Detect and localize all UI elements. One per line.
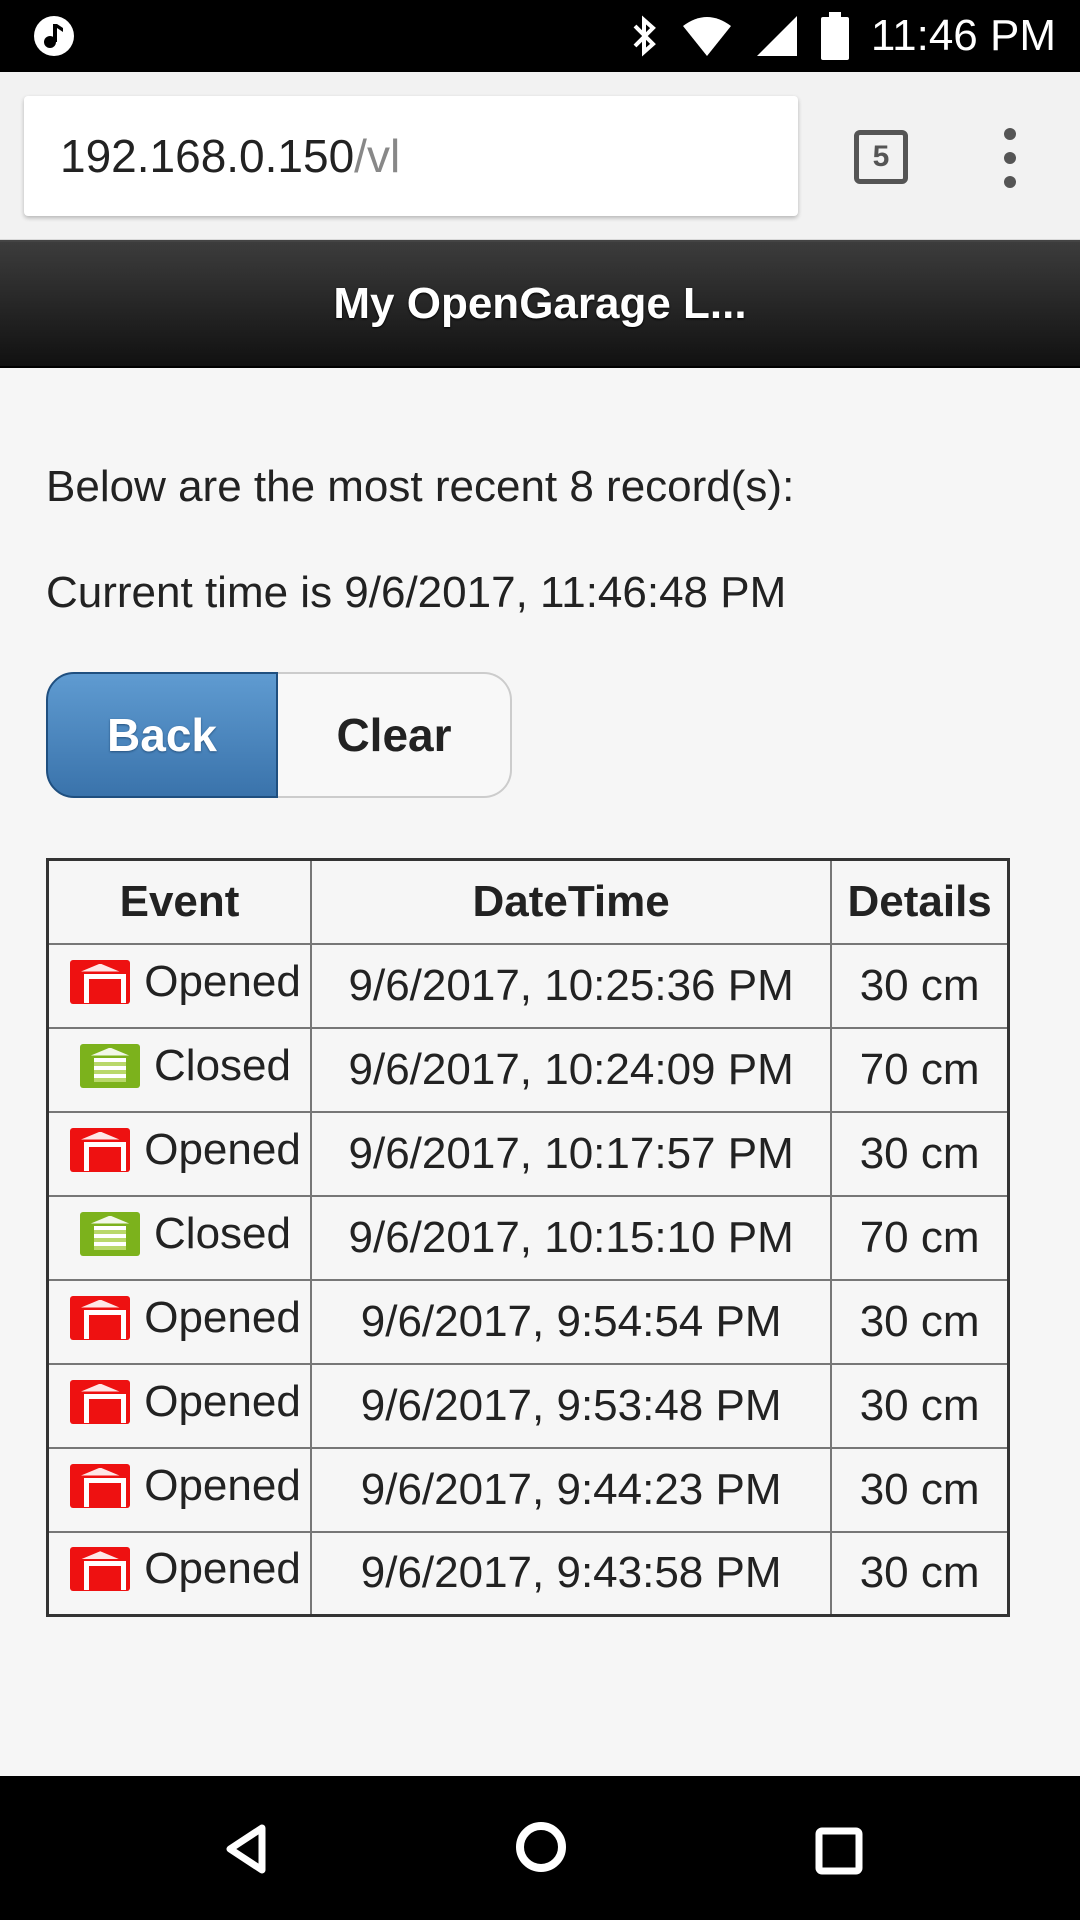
- log-table: Event DateTime Details Opened 9/6/2017, …: [46, 858, 1010, 1617]
- event-label: Closed: [154, 1208, 291, 1258]
- details-cell: 30 cm: [830, 1278, 1010, 1365]
- event-label: Opened: [144, 1376, 301, 1426]
- event-label: Opened: [144, 956, 301, 1006]
- event-cell: Opened: [46, 1110, 313, 1197]
- garage-closed-icon: [80, 1043, 141, 1088]
- back-button[interactable]: Back: [46, 672, 278, 798]
- table-row: Opened 9/6/2017, 9:54:54 PM 30 cm: [46, 1278, 1010, 1365]
- more-vert-icon[interactable]: [990, 128, 1030, 188]
- records-text: Below are the most recent 8 record(s):: [46, 462, 795, 511]
- event-cell: Opened: [46, 1362, 313, 1449]
- header-event: Event: [46, 858, 313, 945]
- table-row: Closed 9/6/2017, 10:24:09 PM 70 cm: [46, 1026, 1010, 1113]
- status-bar: 11:46 PM: [0, 0, 1080, 72]
- details-cell: 30 cm: [830, 942, 1010, 1029]
- clear-button[interactable]: Clear: [278, 672, 512, 798]
- garage-opened-icon: [70, 1463, 131, 1508]
- details-cell: 70 cm: [830, 1026, 1010, 1113]
- table-row: Opened 9/6/2017, 9:53:48 PM 30 cm: [46, 1362, 1010, 1449]
- garage-opened-icon: [70, 1295, 131, 1340]
- table-row: Opened 9/6/2017, 9:44:23 PM 30 cm: [46, 1446, 1010, 1533]
- signal-icon: [756, 16, 797, 56]
- nav-back-icon[interactable]: [222, 1822, 270, 1876]
- datetime-cell: 9/6/2017, 10:17:57 PM: [310, 1110, 833, 1197]
- wifi-icon: [682, 17, 731, 56]
- event-cell: Closed: [46, 1194, 313, 1281]
- action-button-group: Back Clear: [46, 672, 512, 798]
- current-time-text: Current time is 9/6/2017, 11:46:48 PM: [46, 568, 787, 617]
- event-cell: Opened: [46, 1530, 313, 1617]
- battery-icon: [820, 12, 849, 60]
- status-time: 11:46 PM: [870, 11, 1056, 60]
- details-cell: 30 cm: [830, 1530, 1010, 1617]
- nav-home-icon[interactable]: [516, 1822, 566, 1872]
- event-label: Opened: [144, 1124, 301, 1174]
- table-row: Closed 9/6/2017, 10:15:10 PM 70 cm: [46, 1194, 1010, 1281]
- details-cell: 30 cm: [830, 1362, 1010, 1449]
- table-row: Opened 9/6/2017, 10:25:36 PM 30 cm: [46, 942, 1010, 1029]
- event-cell: Closed: [46, 1026, 313, 1113]
- system-nav-bar: [0, 1776, 1080, 1920]
- datetime-cell: 9/6/2017, 10:25:36 PM: [310, 942, 833, 1029]
- details-cell: 70 cm: [830, 1194, 1010, 1281]
- event-cell: Opened: [46, 942, 313, 1029]
- page-header: My OpenGarage L...: [0, 240, 1080, 368]
- details-cell: 30 cm: [830, 1110, 1010, 1197]
- event-cell: Opened: [46, 1446, 313, 1533]
- datetime-cell: 9/6/2017, 9:53:48 PM: [310, 1362, 833, 1449]
- datetime-cell: 9/6/2017, 9:44:23 PM: [310, 1446, 833, 1533]
- garage-closed-icon: [80, 1211, 141, 1256]
- url-bar[interactable]: 192.168.0.150/vl: [24, 96, 798, 216]
- event-label: Closed: [154, 1040, 291, 1090]
- bluetooth-icon: [633, 15, 656, 57]
- music-note-icon: [34, 16, 74, 56]
- datetime-cell: 9/6/2017, 10:15:10 PM: [310, 1194, 833, 1281]
- garage-opened-icon: [70, 1547, 131, 1592]
- tab-switcher-button[interactable]: 5: [854, 130, 908, 184]
- garage-opened-icon: [70, 959, 131, 1004]
- url-path: /vl: [354, 130, 401, 182]
- event-label: Opened: [144, 1544, 301, 1594]
- header-datetime: DateTime: [310, 858, 833, 945]
- datetime-cell: 9/6/2017, 9:43:58 PM: [310, 1530, 833, 1617]
- nav-recents-icon[interactable]: [814, 1826, 864, 1876]
- page-title: My OpenGarage L...: [333, 279, 747, 328]
- table-row: Opened 9/6/2017, 9:43:58 PM 30 cm: [46, 1530, 1010, 1617]
- garage-opened-icon: [70, 1379, 131, 1424]
- browser-toolbar: 192.168.0.150/vl 5: [0, 72, 1080, 240]
- url-host: 192.168.0.150: [60, 130, 355, 182]
- table-row: Opened 9/6/2017, 10:17:57 PM 30 cm: [46, 1110, 1010, 1197]
- event-label: Opened: [144, 1460, 301, 1510]
- details-cell: 30 cm: [830, 1446, 1010, 1533]
- header-details: Details: [830, 858, 1010, 945]
- event-cell: Opened: [46, 1278, 313, 1365]
- garage-opened-icon: [70, 1127, 131, 1172]
- tab-count: 5: [872, 140, 890, 173]
- table-header-row: Event DateTime Details: [46, 858, 1010, 945]
- event-label: Opened: [144, 1292, 301, 1342]
- datetime-cell: 9/6/2017, 10:24:09 PM: [310, 1026, 833, 1113]
- datetime-cell: 9/6/2017, 9:54:54 PM: [310, 1278, 833, 1365]
